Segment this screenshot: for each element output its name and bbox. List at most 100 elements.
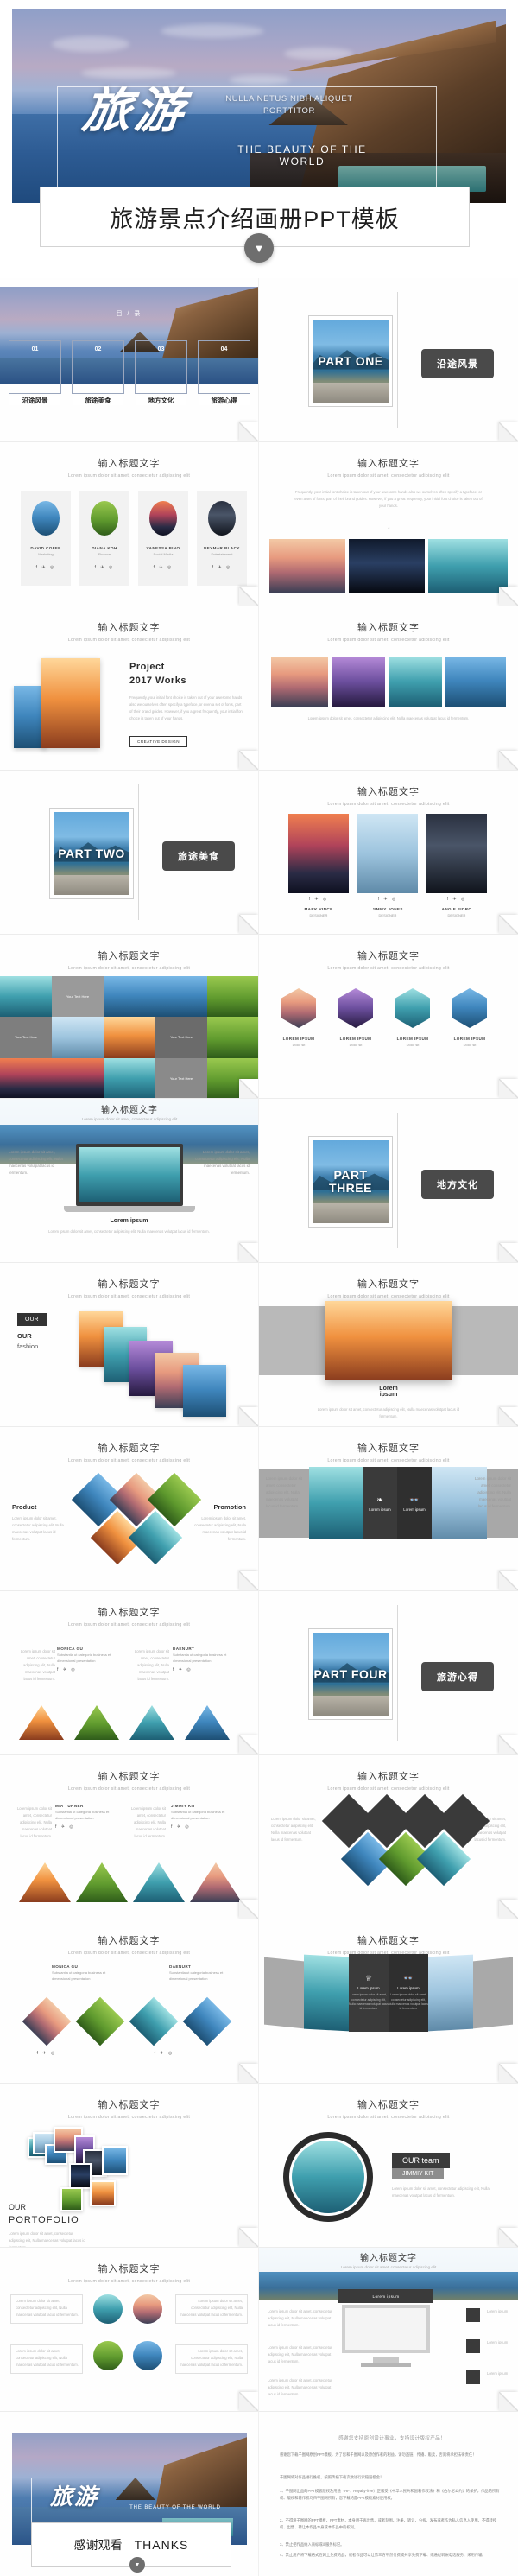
social-icons[interactable]: f ✈ ◎ (130, 2051, 199, 2056)
slide-legal[interactable]: 感谢您支持原创设计事业，支持设计版权产品！ 感谢您下载千图网原创PPT模板，为了… (259, 2412, 518, 2576)
social-icons[interactable]: f ✈ ◎ (426, 897, 487, 902)
part-chinese-button[interactable]: 沿途风景 (421, 349, 494, 378)
person-name: DAENURT (173, 1646, 195, 1651)
slide-mosaic[interactable]: 输入标题文字 Lorem ipsum dolor sit amet, conse… (0, 935, 259, 1099)
toc-item-2[interactable]: 03 地方文化 (135, 340, 187, 405)
body-paragraph: Lorem ipsum dolor sit amet, consectetur … (134, 1649, 169, 1681)
team-role: Social Media (153, 552, 174, 556)
slide-subtitle: Lorem ipsum dolor sit amet, consectetur … (67, 1786, 191, 1792)
slide-part-two[interactable]: PART TWO 旅途美食 (0, 771, 259, 935)
person-role: DESIGNER (378, 913, 397, 917)
toc-item-1[interactable]: 02 旅途美食 (72, 340, 124, 405)
social-icons[interactable]: f ✈ ◎ (55, 1824, 116, 1830)
panel-sub: Lorem ipsum dolor sit amet, consectetur … (388, 1993, 428, 2011)
social-icons[interactable]: f ✈ ◎ (138, 565, 188, 570)
slide-circles-timeline[interactable]: 输入标题文字 Lorem ipsum dolor sit amet, conse… (0, 2248, 259, 2412)
slide-product-promotion[interactable]: 输入标题文字 Lorem ipsum dolor sit amet, conse… (0, 1427, 259, 1591)
fashion-line2: fashion (17, 1342, 39, 1350)
slide-subtitle: Lorem ipsum dolor sit amet, consectetur … (67, 1294, 191, 1299)
thanks-english: THANKS (134, 2538, 189, 2552)
slide-diamond-people[interactable]: 输入标题文字 Lorem ipsum dolor sit amet, conse… (0, 1591, 259, 1755)
person-role: Substantia ut categoria business et dime… (171, 1810, 225, 1820)
body-paragraph: Lorem ipsum dolor sit amet, consectetur … (307, 716, 470, 720)
cta-button[interactable]: CREATIVE DESIGN (130, 736, 188, 747)
legal-paragraph: 感谢您下载千图网原创PPT模板，为了您和千图网以及原创作者的利益，请勿盗链、传播… (280, 2452, 477, 2457)
slide-thanks[interactable]: 旅游 THE BEAUTY OF THE WORLD 感谢观看 THANKS ▼ (0, 2412, 259, 2576)
part-cover-label: PART FOUR (313, 1666, 388, 1681)
hero-latin-subtitle: NULLA NETUS NIBH ALIQUET PORTTITOR (225, 94, 353, 117)
slide-subtitle: Lorem ipsum dolor sit amet, consectetur … (67, 1622, 191, 1627)
slide-row: 输入标题文字 Lorem ipsum dolor sit amet, conse… (0, 442, 518, 606)
slide-fashion[interactable]: 输入标题文字 Lorem ipsum dolor sit amet, conse… (0, 1263, 259, 1427)
body-paragraph: Lorem ipsum dolor sit amet, consectetur … (16, 2349, 79, 2367)
slide-part-four[interactable]: PART FOUR 旅游心得 (259, 1591, 518, 1755)
slide-portfolio[interactable]: 输入标题文字 Lorem ipsum dolor sit amet, conse… (0, 2084, 259, 2248)
slide-row: 输入标题文字 Lorem ipsum dolor sit amet, conse… (0, 935, 518, 1099)
social-icons[interactable]: f ✈ ◎ (197, 565, 247, 570)
slide-row: 输入标题文字 Lorem ipsum dolor sit amet, conse… (0, 2084, 518, 2248)
social-icons[interactable]: f ✈ ◎ (171, 1824, 231, 1830)
slide-fan-panels[interactable]: 输入标题文字 Lorem ipsum dolor sit amet, conse… (259, 1919, 518, 2084)
slide-subtitle: Lorem ipsum dolor sit amet, consectetur … (67, 473, 191, 479)
slide-three-photos[interactable]: 输入标题文字 Lorem ipsum dolor sit amet, conse… (259, 442, 518, 606)
slide-our-team[interactable]: 输入标题文字 Lorem ipsum dolor sit amet, conse… (259, 2084, 518, 2248)
slide-part-three[interactable]: PART THREE 地方文化 (259, 1099, 518, 1263)
social-icons[interactable]: f ✈ ◎ (357, 897, 418, 902)
team-card[interactable]: DIANA KOH Finance f ✈ ◎ (79, 491, 130, 586)
side-text-right: Lorem ipsum dolor sit amet, consectetur … (475, 1476, 511, 1508)
feature-label: Lorem ipsum (487, 2309, 509, 2313)
slide-team-cards[interactable]: 输入标题文字 Lorem ipsum dolor sit amet, conse… (0, 442, 259, 606)
slide-portfolio-trio[interactable]: 输入标题文字 Lorem ipsum dolor sit amet, conse… (259, 771, 518, 935)
slide-desktop-monitor[interactable]: 输入标题文字 Lorem ipsum dolor sit amet, conse… (259, 2248, 518, 2412)
final-chinese-title: 旅游 (50, 2484, 99, 2510)
part-cover-image: PART FOUR (309, 1629, 392, 1719)
team-card[interactable]: VANESSA PINO Social Media f ✈ ◎ (138, 491, 188, 586)
slide-title: 输入标题文字 (357, 787, 420, 797)
slide-title: 输入标题文字 (360, 2254, 417, 2263)
slide-colosseum[interactable]: 输入标题文字 Lorem ipsum dolor sit amet, conse… (259, 1263, 518, 1427)
social-icons[interactable]: f ✈ ◎ (173, 1667, 233, 1672)
fashion-tag: OUR (17, 1313, 47, 1326)
social-icons[interactable]: f ✈ ◎ (79, 565, 130, 570)
social-icons[interactable]: f ✈ ◎ (288, 897, 349, 902)
slide-row: 输入标题文字 Lorem ipsum dolor sit amet, conse… (0, 2248, 518, 2412)
team-name: VANESSA PINO (146, 546, 180, 550)
slide-title: 输入标题文字 (98, 1608, 161, 1618)
chevron-down-icon[interactable]: ▼ (244, 233, 274, 263)
toc-item-3[interactable]: 04 旅游心得 (198, 340, 250, 405)
slide-table-of-contents[interactable]: 目 / 录 01 沿途风景 02 旅途美食 03 地方文化 04 旅游心得 (0, 278, 259, 442)
slide-dark-diamonds[interactable]: 输入标题文字 Lorem ipsum dolor sit amet, conse… (259, 1755, 518, 1919)
person-role: DESIGNER (447, 913, 466, 917)
slide-subtitle: Lorem ipsum dolor sit amet, consectetur … (327, 1294, 450, 1299)
slide-project-2017[interactable]: 输入标题文字 Lorem ipsum dolor sit amet, conse… (0, 606, 259, 771)
chevron-down-icon[interactable]: ▼ (130, 2557, 145, 2573)
panel-sub: Lorem ipsum dolor sit amet, consectetur … (349, 1993, 388, 2011)
team-role: Marketing (38, 552, 54, 556)
slide-row: 输入标题文字 Lorem ipsum dolor sit amet, conse… (0, 1919, 518, 2084)
toc-item-0[interactable]: 01 沿途风景 (9, 340, 61, 405)
team-card[interactable]: DAVID COFFE Marketing f ✈ ◎ (21, 491, 71, 586)
team-card[interactable]: NEYMAR BLACK Entertainment f ✈ ◎ (197, 491, 247, 586)
slide-glasses[interactable]: 输入标题文字 Lorem ipsum dolor sit amet, conse… (259, 1427, 518, 1591)
slide-title: 输入标题文字 (101, 1106, 158, 1115)
slide-hexagons[interactable]: 输入标题文字 Lorem ipsum dolor sit amet, conse… (259, 935, 518, 1099)
slide-diamond-grid[interactable]: 输入标题文字 Lorem ipsum dolor sit amet, conse… (0, 1919, 259, 2084)
part-chinese-button[interactable]: 旅途美食 (162, 841, 235, 871)
team-name: DIANA KOH (92, 546, 117, 550)
part-chinese-button[interactable]: 地方文化 (421, 1170, 494, 1199)
social-icons[interactable]: f ✈ ◎ (57, 1667, 117, 1672)
body-paragraph: Lorem ipsum dolor sit amet, consectetur … (392, 2186, 490, 2198)
social-icons[interactable]: f ✈ ◎ (21, 565, 71, 570)
slide-laptop[interactable]: 输入标题文字 Lorem ipsum dolor sit amet, conse… (0, 1099, 259, 1263)
social-icons[interactable]: f ✈ ◎ (12, 2051, 81, 2056)
legal-heading: 感谢您支持原创设计事业，支持设计版权产品！ (338, 2436, 445, 2441)
part-chinese-button[interactable]: 旅游心得 (421, 1662, 494, 1691)
slide-photo-band[interactable]: 输入标题文字 Lorem ipsum dolor sit amet, conse… (259, 606, 518, 771)
team-role: Entertainment (211, 552, 233, 556)
person-role: Substantia ut categoria business et dime… (57, 1653, 111, 1663)
slide-triangle-people[interactable]: 输入标题文字 Lorem ipsum dolor sit amet, conse… (0, 1755, 259, 1919)
slide-subtitle: Lorem ipsum dolor sit amet, consectetur … (327, 1786, 450, 1792)
slide-title: 输入标题文字 (357, 1936, 420, 1946)
portfolio-line2: PORTOFOLIO (9, 2215, 79, 2225)
slide-part-one[interactable]: PART ONE 沿途风景 (259, 278, 518, 442)
